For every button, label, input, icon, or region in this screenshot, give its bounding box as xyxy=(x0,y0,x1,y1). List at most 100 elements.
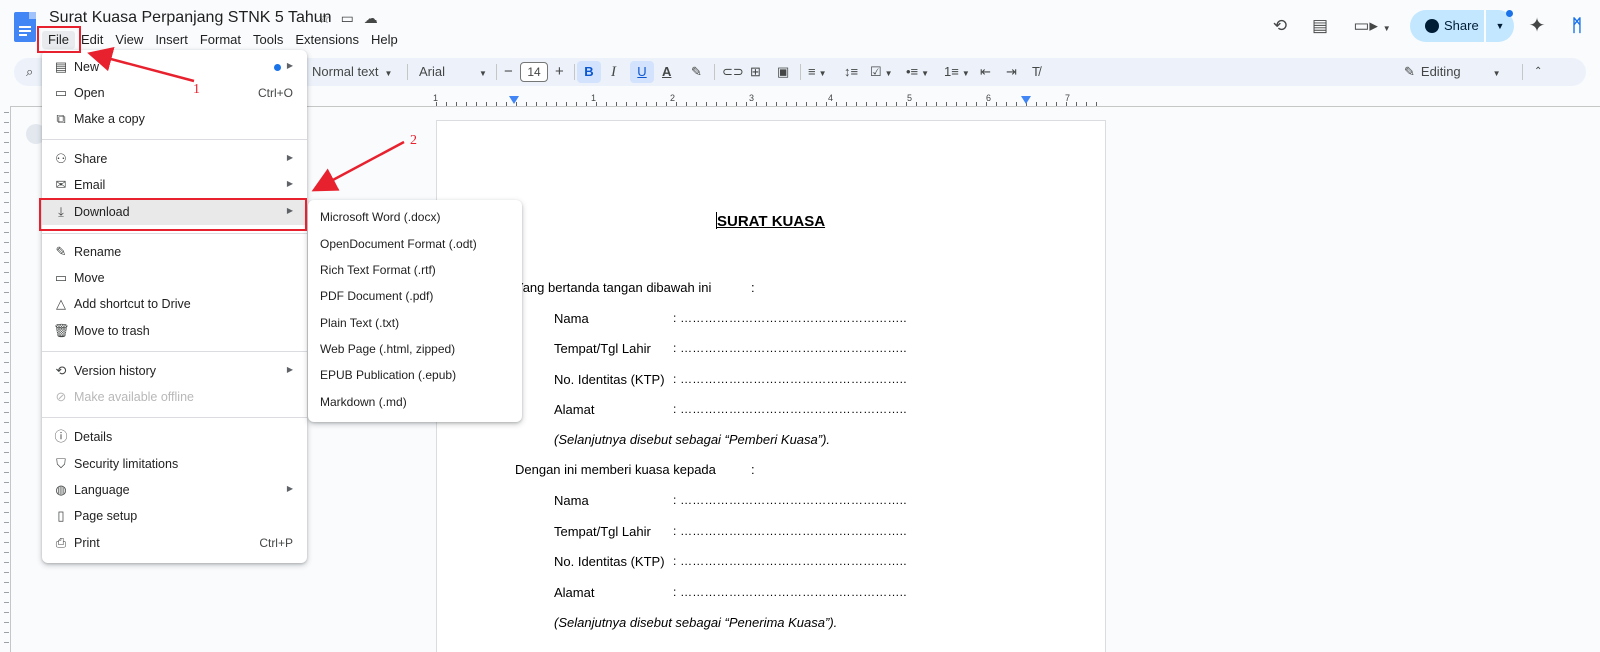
menu-item-add-shortcut[interactable]: △ Add shortcut to Drive xyxy=(42,291,307,317)
ruler-number: 1 xyxy=(591,93,597,103)
menu-divider xyxy=(42,417,307,418)
decrease-font-icon[interactable]: − xyxy=(504,58,513,86)
editing-mode-select[interactable]: ✎ Editing ▼ xyxy=(1404,58,1501,86)
menu-divider xyxy=(42,139,307,140)
avatar[interactable]: ᛗ xyxy=(1565,14,1589,38)
history-icon[interactable]: ⟲ xyxy=(1268,14,1292,38)
menu-help[interactable]: Help xyxy=(365,31,404,49)
menu-item-make-copy[interactable]: ⧉ Make a copy xyxy=(42,106,307,132)
download-html[interactable]: Web Page (.html, zipped) xyxy=(308,336,522,362)
document-title[interactable]: Surat Kuasa Perpanjang STNK 5 Tahun xyxy=(49,9,332,27)
underline-button[interactable]: U xyxy=(630,61,654,83)
bullet-list-icon[interactable]: •≡ ▼ xyxy=(906,58,929,86)
left-indent-marker[interactable] xyxy=(509,96,519,104)
ruler-number: 5 xyxy=(907,93,913,103)
colon: : xyxy=(751,280,755,295)
menu-item-trash[interactable]: 🗑 Move to trash xyxy=(42,318,307,344)
comments-icon[interactable]: ▤ xyxy=(1308,14,1332,38)
italic-button[interactable]: I xyxy=(611,58,616,86)
right-indent-marker[interactable] xyxy=(1021,96,1031,104)
add-comment-icon[interactable]: ⊞ xyxy=(750,58,761,86)
decrease-indent-icon[interactable]: ⇤ xyxy=(980,58,991,86)
search-menus-icon[interactable]: ⌕ xyxy=(26,58,33,86)
line-spacing-icon[interactable]: ↕≡ xyxy=(844,58,858,86)
title-actions: ☆ ▭ ☁ xyxy=(318,10,378,27)
submenu-arrow-icon: ▶ xyxy=(286,484,293,493)
trash-icon: 🗑 xyxy=(53,323,70,338)
bold-button[interactable]: B xyxy=(577,61,601,83)
menu-item-print[interactable]: ⎙ Print Ctrl+P xyxy=(42,530,307,556)
drive-shortcut-icon: △ xyxy=(56,296,66,311)
menu-view[interactable]: View xyxy=(109,31,149,49)
font-select[interactable]: Arial ▼ xyxy=(419,58,487,86)
docs-logo-icon[interactable] xyxy=(14,12,36,42)
globe-icon: ◍ xyxy=(55,482,67,497)
menu-item-open[interactable]: ▭ Open Ctrl+O xyxy=(42,80,307,106)
text-color-button[interactable]: A xyxy=(662,58,671,86)
star-icon[interactable]: ☆ xyxy=(318,10,331,27)
history-icon: ⟲ xyxy=(55,363,67,378)
horizontal-ruler[interactable] xyxy=(436,93,1106,107)
mail-icon: ✉ xyxy=(55,177,67,192)
menu-item-version-history[interactable]: ⟲ Version history ▶ xyxy=(42,358,307,384)
menu-item-details[interactable]: ⓘ Details xyxy=(42,424,307,450)
cloud-status-icon[interactable]: ☁ xyxy=(364,10,378,27)
document-page[interactable] xyxy=(436,120,1106,652)
style-select[interactable]: Normal text ▼ xyxy=(312,58,392,86)
menu-item-language[interactable]: ◍ Language ▶ xyxy=(42,477,307,503)
submenu-arrow-icon: ▶ xyxy=(286,365,293,374)
ruler-number: 1 xyxy=(433,93,439,103)
menu-item-rename[interactable]: ✎ Rename xyxy=(42,239,307,265)
collapse-menus-icon[interactable]: ⌃ xyxy=(1534,58,1542,86)
menu-bar: File Edit View Insert Format Tools Exten… xyxy=(42,31,404,49)
menu-extensions[interactable]: Extensions xyxy=(289,31,365,49)
clear-formatting-icon[interactable]: T̸ xyxy=(1032,58,1040,86)
submenu-arrow-icon: ▶ xyxy=(286,153,293,162)
insert-image-icon[interactable]: ▣ xyxy=(777,58,789,86)
menu-item-move[interactable]: ▭ Move xyxy=(42,265,307,291)
field-blank: : ……………………………………………….. xyxy=(673,311,907,325)
menu-item-email[interactable]: ✉ Email ▶ xyxy=(42,172,307,198)
pencil-icon: ✎ xyxy=(55,244,67,259)
download-epub[interactable]: EPUB Publication (.epub) xyxy=(308,362,522,388)
vertical-ruler[interactable] xyxy=(0,112,10,652)
gemini-icon[interactable]: ✦ xyxy=(1525,14,1549,38)
menu-item-page-setup[interactable]: ▯ Page setup xyxy=(42,503,307,529)
share-button[interactable]: Share xyxy=(1410,10,1484,42)
download-txt[interactable]: Plain Text (.txt) xyxy=(308,310,522,336)
menu-tools[interactable]: Tools xyxy=(247,31,289,49)
menu-insert[interactable]: Insert xyxy=(149,31,194,49)
divider xyxy=(800,64,801,80)
align-icon[interactable]: ≡ ▼ xyxy=(808,58,827,86)
menu-format[interactable]: Format xyxy=(194,31,247,49)
field-label: Tempat/Tgl Lahir xyxy=(554,524,651,539)
download-odt[interactable]: OpenDocument Format (.odt) xyxy=(308,231,522,257)
divider xyxy=(714,64,715,80)
highlight-icon[interactable]: ✎ xyxy=(691,58,702,86)
field-label: Alamat xyxy=(554,585,595,600)
link-icon[interactable]: ⊂⊃ xyxy=(722,58,744,86)
field-label: Nama xyxy=(554,311,589,326)
move-folder-icon[interactable]: ▭ xyxy=(341,10,354,27)
download-md[interactable]: Markdown (.md) xyxy=(308,389,522,415)
download-rtf[interactable]: Rich Text Format (.rtf) xyxy=(308,257,522,283)
field-label: Nama xyxy=(554,493,589,508)
meet-icon[interactable]: ▭▸ ▼ xyxy=(1352,14,1392,38)
font-size-input[interactable]: 14 xyxy=(520,62,548,82)
download-pdf[interactable]: PDF Document (.pdf) xyxy=(308,283,522,309)
numbered-list-icon[interactable]: 1≡ ▼ xyxy=(944,58,970,86)
submenu-arrow-icon: ▶ xyxy=(286,61,293,70)
menu-item-share[interactable]: ⚇ Share ▶ xyxy=(42,146,307,172)
download-docx[interactable]: Microsoft Word (.docx) xyxy=(308,204,522,230)
increase-indent-icon[interactable]: ⇥ xyxy=(1006,58,1017,86)
annotation-step-1: 1 xyxy=(193,82,200,97)
increase-font-icon[interactable]: + xyxy=(555,58,564,86)
document-heading: SURAT KUASA xyxy=(717,213,826,230)
checklist-icon[interactable]: ☑ ▼ xyxy=(870,58,893,86)
menu-item-security-limitations[interactable]: ⛉ Security limitations xyxy=(42,451,307,477)
intro-paragraph: Yang bertanda tangan dibawah ini xyxy=(515,280,712,295)
new-indicator-dot xyxy=(274,64,281,71)
print-icon: ⎙ xyxy=(55,535,67,550)
menu-item-new[interactable]: ▤ New ▶ xyxy=(42,54,307,80)
ruler-number: 3 xyxy=(749,93,755,103)
